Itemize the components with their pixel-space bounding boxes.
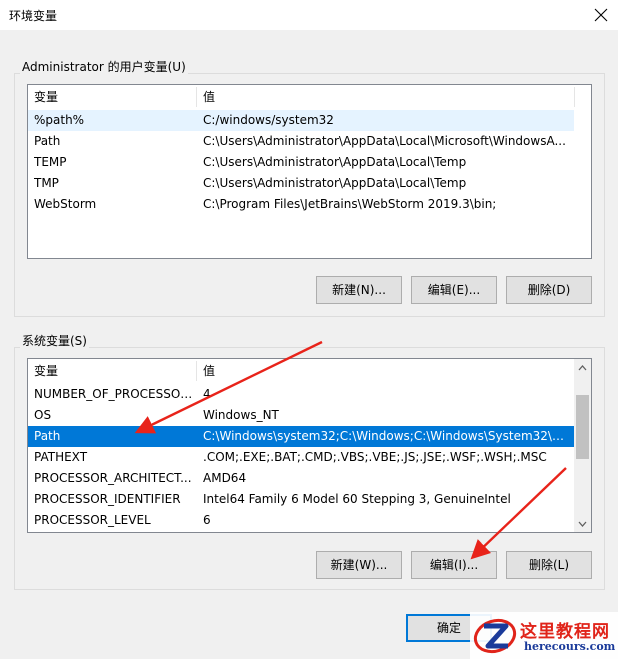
column-header-value[interactable]: 值 — [197, 85, 577, 109]
variable-value: AMD64 — [203, 471, 247, 485]
variable-value: C:\Program Files\JetBrains\WebStorm 2019… — [203, 197, 497, 211]
variable-name: TEMP — [34, 155, 67, 169]
variable-value: C:\Users\Administrator\AppData\Local\Mic… — [203, 134, 566, 148]
chevron-up-icon — [578, 364, 587, 370]
list-item[interactable]: TEMP C:\Users\Administrator\AppData\Loca… — [28, 152, 574, 173]
title-bar: 环境变量 — [0, 0, 618, 30]
list-item[interactable]: TMP C:\Users\Administrator\AppData\Local… — [28, 173, 574, 194]
list-item[interactable]: Path C:\Users\Administrator\AppData\Loca… — [28, 131, 574, 152]
list-item[interactable]: PROCESSOR_IDENTIFIER Intel64 Family 6 Mo… — [28, 489, 574, 510]
scroll-up-button[interactable] — [574, 359, 591, 376]
variable-value: C:\Users\Administrator\AppData\Local\Tem… — [203, 155, 467, 169]
system-vars-header: 变量 值 — [28, 359, 591, 383]
watermark-url: herecours.com — [524, 640, 616, 653]
variable-name: NUMBER_OF_PROCESSORS — [34, 387, 196, 401]
system-new-button[interactable]: 新建(W)... — [316, 551, 402, 579]
close-button[interactable] — [590, 4, 612, 26]
variable-name: PATHEXT — [34, 450, 88, 464]
column-header-variable[interactable]: 变量 — [28, 359, 196, 383]
user-vars-group-label: Administrator 的用户变量(U) — [20, 58, 188, 75]
scroll-down-button[interactable] — [574, 515, 591, 532]
system-delete-button[interactable]: 删除(L) — [506, 551, 592, 579]
variable-value: Intel64 Family 6 Model 60 Stepping 3, Ge… — [203, 492, 511, 506]
variable-value: 4 — [203, 387, 211, 401]
variable-value: C:/windows/system32 — [203, 113, 334, 127]
variable-name: Path — [34, 134, 61, 148]
variable-value: 6 — [203, 513, 211, 527]
list-item[interactable]: NUMBER_OF_PROCESSORS 4 — [28, 384, 574, 405]
variable-value: C:\Windows\system32;C:\Windows;C:\Window… — [203, 429, 573, 443]
user-vars-list[interactable]: 变量 值 %path% C:/windows/system32 Path C:\… — [27, 84, 592, 259]
column-header-value[interactable]: 值 — [197, 359, 573, 383]
system-vars-group-label: 系统变量(S) — [20, 332, 89, 349]
user-new-button[interactable]: 新建(N)... — [316, 276, 402, 304]
list-item[interactable]: PROCESSOR_LEVEL 6 — [28, 510, 574, 531]
user-delete-button[interactable]: 删除(D) — [506, 276, 592, 304]
variable-value: .COM;.EXE;.BAT;.CMD;.VBS;.VBE;.JS;.JSE;.… — [203, 450, 547, 464]
variable-value: C:\Users\Administrator\AppData\Local\Tem… — [203, 176, 467, 190]
chevron-down-icon — [578, 521, 587, 527]
list-item[interactable]: WebStorm C:\Program Files\JetBrains\WebS… — [28, 194, 574, 215]
watermark-name: 这里教程网 — [520, 622, 610, 642]
variable-name: PROCESSOR_ARCHITECT... — [34, 471, 192, 485]
list-item[interactable]: OS Windows_NT — [28, 405, 574, 426]
watermark: 这里教程网 herecours.com — [470, 612, 618, 659]
variable-name: OS — [34, 408, 52, 422]
variable-name: PROCESSOR_IDENTIFIER — [34, 492, 181, 506]
variable-name: TMP — [34, 176, 59, 190]
list-item[interactable]: %path% C:/windows/system32 — [28, 110, 574, 131]
system-edit-button[interactable]: 编辑(I)... — [411, 551, 497, 579]
user-vars-header: 变量 值 — [28, 85, 591, 109]
list-item-selected[interactable]: Path C:\Windows\system32;C:\Windows;C:\W… — [28, 426, 574, 447]
variable-value: Windows_NT — [203, 408, 279, 422]
scroll-thumb[interactable] — [576, 395, 589, 459]
column-header-variable[interactable]: 变量 — [28, 85, 196, 109]
user-edit-button[interactable]: 编辑(E)... — [411, 276, 497, 304]
list-item[interactable]: PROCESSOR_ARCHITECT... AMD64 — [28, 468, 574, 489]
variable-name: PROCESSOR_LEVEL — [34, 513, 151, 527]
column-divider[interactable] — [574, 87, 575, 107]
window-title: 环境变量 — [9, 9, 58, 23]
variable-name: Path — [34, 429, 61, 443]
variable-name: WebStorm — [34, 197, 97, 211]
variable-name: %path% — [34, 113, 85, 127]
close-icon — [594, 8, 608, 22]
system-vars-list[interactable]: 变量 值 NUMBER_OF_PROCESSORS 4 OS Windows_N… — [27, 358, 592, 533]
list-item[interactable]: PATHEXT .COM;.EXE;.BAT;.CMD;.VBS;.VBE;.J… — [28, 447, 574, 468]
z-logo-icon — [473, 618, 517, 654]
vertical-scrollbar[interactable] — [574, 359, 591, 532]
